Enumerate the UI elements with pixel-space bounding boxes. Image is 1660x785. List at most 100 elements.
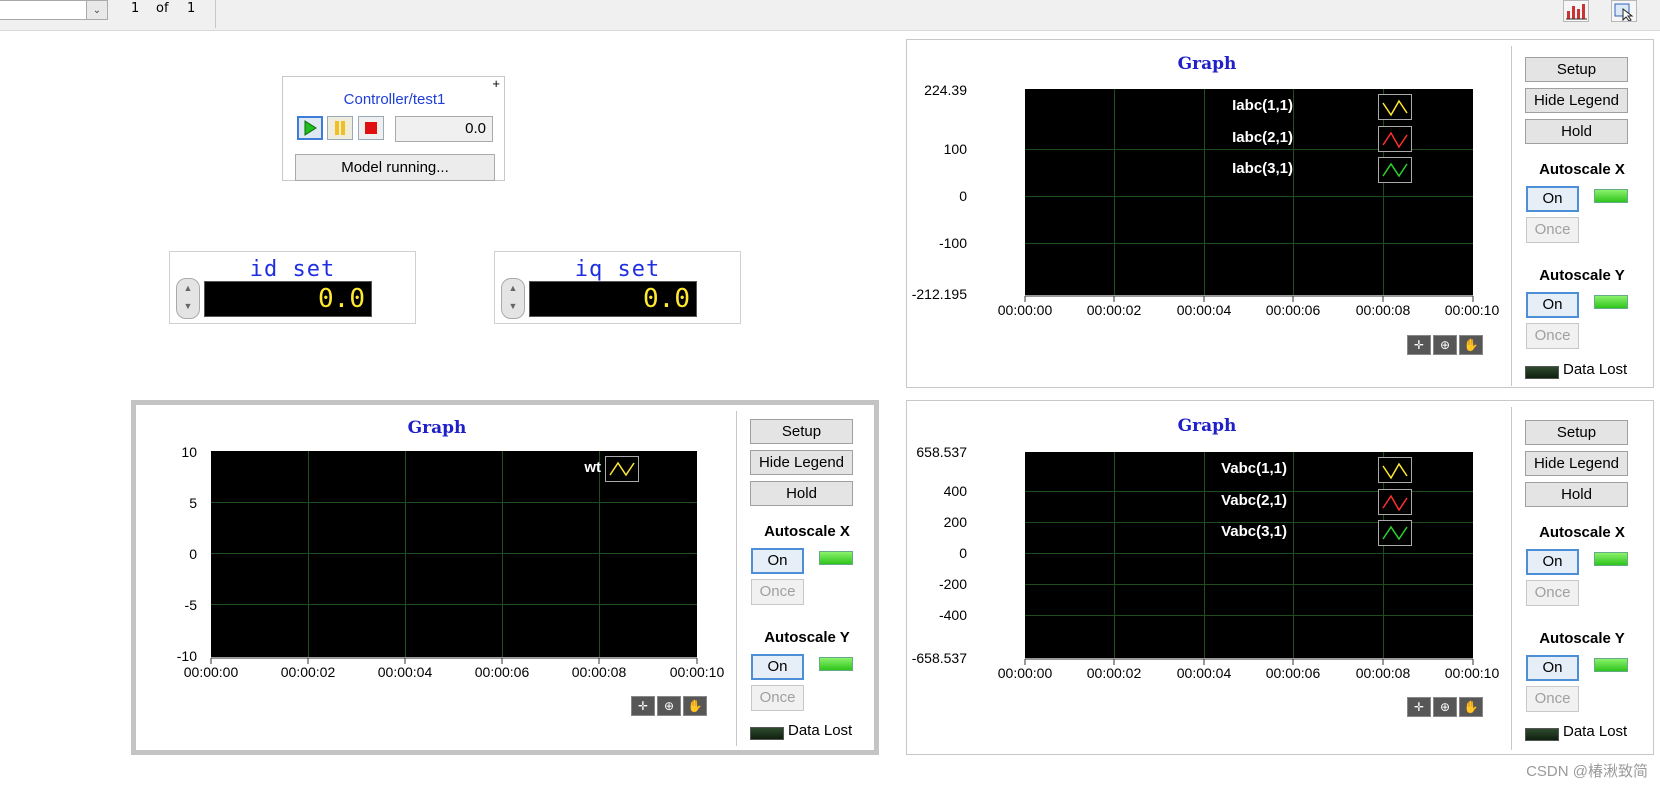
page-of-label: of	[156, 1, 169, 16]
page-total: 1	[187, 1, 196, 16]
legend-swatch-green[interactable]	[1378, 520, 1412, 546]
id-set-value[interactable]: 0.0	[204, 281, 372, 317]
autoscale-y-led	[1594, 295, 1628, 309]
y-tick: -400	[938, 607, 967, 623]
autoscale-x-once-button[interactable]: Once	[1526, 217, 1579, 243]
legend-swatch-green[interactable]	[1378, 157, 1412, 183]
graph-title: Graph	[1177, 416, 1237, 436]
pan-hand-icon[interactable]: ✋	[683, 696, 707, 716]
cursor-tool-icon[interactable]: ✛	[1407, 335, 1431, 355]
hide-legend-button[interactable]: Hide Legend	[1525, 451, 1628, 476]
setup-button[interactable]: Setup	[1525, 420, 1628, 445]
autoscale-x-led	[819, 551, 853, 565]
x-tick: 00:00:10	[1444, 665, 1500, 681]
cursor-icon[interactable]	[1611, 0, 1637, 22]
expand-plus[interactable]: +	[492, 76, 500, 91]
legend-swatch-yellow[interactable]	[605, 456, 639, 482]
hide-legend-button[interactable]: Hide Legend	[1525, 88, 1628, 113]
autoscale-x-led	[1594, 189, 1628, 203]
y-tick: 658.537	[916, 444, 967, 460]
pan-hand-icon[interactable]: ✋	[1459, 697, 1483, 717]
data-lost-led	[1525, 728, 1559, 741]
legend-entry: Iabc(1,1)	[1232, 97, 1293, 114]
y-tick: 224.39	[924, 82, 967, 98]
y-tick: 5	[189, 495, 197, 511]
plot-area[interactable]: Iabc(1,1) Iabc(2,1) Iabc(3,1)	[1025, 89, 1473, 295]
cursor-tool-icon[interactable]: ✛	[1407, 697, 1431, 717]
autoscale-y-once-button[interactable]: Once	[1526, 323, 1579, 349]
pause-button[interactable]	[327, 116, 353, 140]
legend-swatch-red[interactable]	[1378, 126, 1412, 152]
y-tick: 0	[959, 545, 967, 561]
autoscale-y-on-button[interactable]: On	[1526, 292, 1579, 318]
y-tick: 100	[943, 141, 967, 157]
autoscale-x-on-button[interactable]: On	[1526, 186, 1579, 212]
zoom-icon[interactable]: ⊕	[1433, 697, 1457, 717]
y-tick: 10	[181, 444, 197, 460]
legend-entry: wt	[584, 459, 601, 476]
legend-swatch-red[interactable]	[1378, 489, 1412, 515]
data-lost-led	[1525, 366, 1559, 379]
autoscale-y-once-button[interactable]: Once	[1526, 686, 1579, 712]
hold-button[interactable]: Hold	[750, 481, 853, 506]
data-lost-label: Data Lost	[788, 722, 853, 739]
iq-set-spinner[interactable]: ▲ ▼	[501, 278, 525, 319]
zoom-icon[interactable]: ⊕	[1433, 335, 1457, 355]
legend-entry: Vabc(3,1)	[1221, 523, 1287, 540]
y-tick: 0	[189, 546, 197, 562]
toolbar: ⌄ 1 of 1	[0, 0, 1660, 31]
autoscale-y-once-button[interactable]: Once	[751, 685, 804, 711]
graph-panel-vabc: Graph 658.537 400 200 0 -200 -400 -658.5…	[906, 400, 1654, 755]
run-button[interactable]	[297, 116, 323, 140]
x-tick: 00:00:04	[377, 664, 433, 680]
hold-button[interactable]: Hold	[1525, 119, 1628, 144]
autoscale-x-once-button[interactable]: Once	[1526, 580, 1579, 606]
iq-set-value[interactable]: 0.0	[529, 281, 697, 317]
legend-entry: Vabc(1,1)	[1221, 460, 1287, 477]
plot-area[interactable]: Vabc(1,1) Vabc(2,1) Vabc(3,1)	[1025, 452, 1473, 658]
autoscale-y-on-button[interactable]: On	[1526, 655, 1579, 681]
id-set-spinner[interactable]: ▲ ▼	[176, 278, 200, 319]
chart-icon[interactable]	[1563, 0, 1589, 22]
x-tick: 00:00:08	[571, 664, 627, 680]
autoscale-y-label: Autoscale Y	[1539, 630, 1625, 647]
x-tick: 00:00:04	[1176, 302, 1232, 318]
hold-button[interactable]: Hold	[1525, 482, 1628, 507]
legend-swatch-yellow[interactable]	[1378, 457, 1412, 483]
page-current: 1	[131, 1, 140, 16]
setup-button[interactable]: Setup	[750, 419, 853, 444]
hide-legend-button[interactable]: Hide Legend	[750, 450, 853, 475]
play-icon	[304, 120, 317, 136]
zoom-icon[interactable]: ⊕	[657, 696, 681, 716]
id-set-label: id set	[249, 257, 336, 282]
setup-button[interactable]: Setup	[1525, 57, 1628, 82]
y-tick: 200	[943, 514, 967, 530]
page-select[interactable]: ⌄	[0, 0, 108, 20]
model-status-button[interactable]: Model running...	[295, 154, 495, 181]
y-tick: -212.195	[911, 286, 967, 302]
legend-swatch-yellow[interactable]	[1378, 94, 1412, 120]
autoscale-x-on-button[interactable]: On	[1526, 549, 1579, 575]
chevron-down-icon[interactable]: ⌄	[86, 1, 107, 19]
panel-divider	[1511, 46, 1512, 386]
autoscale-y-label: Autoscale Y	[1539, 267, 1625, 284]
x-tick: 00:00:00	[997, 302, 1053, 318]
plot-area[interactable]: wt	[211, 451, 697, 657]
watermark: CSDN @椿湫致简	[1526, 763, 1648, 780]
x-tick: 00:00:10	[1444, 302, 1500, 318]
y-tick: -5	[184, 597, 197, 613]
autoscale-x-label: Autoscale X	[1539, 161, 1625, 178]
cursor-tool-icon[interactable]: ✛	[631, 696, 655, 716]
controller-title: Controller/test1	[343, 91, 446, 108]
autoscale-x-once-button[interactable]: Once	[751, 579, 804, 605]
x-tick: 00:00:10	[669, 664, 725, 680]
y-tick: -200	[938, 576, 967, 592]
autoscale-x-on-button[interactable]: On	[751, 548, 804, 574]
x-tick: 00:00:06	[1265, 665, 1321, 681]
data-lost-label: Data Lost	[1563, 361, 1628, 378]
y-tick: -10	[176, 648, 197, 664]
pan-hand-icon[interactable]: ✋	[1459, 335, 1483, 355]
autoscale-x-led	[1594, 552, 1628, 566]
stop-button[interactable]	[358, 116, 384, 140]
autoscale-y-on-button[interactable]: On	[751, 654, 804, 680]
